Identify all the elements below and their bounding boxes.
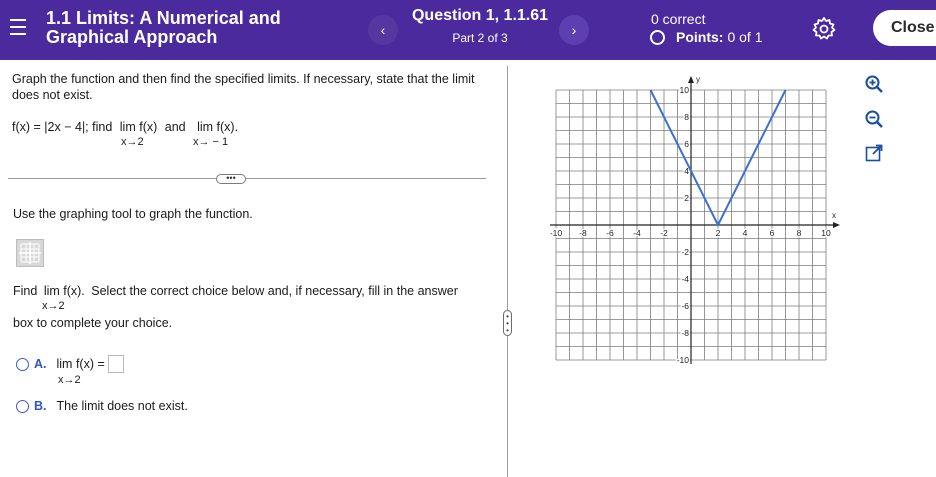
y-tick-label: 8 — [684, 112, 689, 122]
section-title: 1.1 Limits: A Numerical and Graphical Ap… — [46, 8, 281, 47]
x-tick-label: 2 — [716, 228, 721, 238]
y-tick-label: -10 — [677, 355, 690, 365]
zoom-in-icon[interactable] — [864, 74, 884, 94]
splitter-handle[interactable]: • • • — [503, 310, 512, 336]
x-tick-label: -10 — [550, 228, 563, 238]
find-limit-statement: Find lim f(x). Select the correct choice… — [13, 284, 458, 298]
radio-b[interactable] — [16, 399, 29, 413]
find-limit-subscript: x→2 — [42, 300, 65, 312]
x-tick-label: 4 — [743, 228, 748, 238]
points-status: Points: 0 of 1 — [650, 29, 762, 45]
top-bar: 1.1 Limits: A Numerical and Graphical Ap… — [0, 0, 936, 60]
y-tick-label: -8 — [681, 328, 689, 338]
choice-b[interactable]: B. The limit does not exist. — [16, 399, 188, 413]
x-tick-label: 10 — [821, 228, 831, 238]
close-button[interactable]: Close — [873, 10, 936, 46]
and-text: and — [164, 120, 186, 134]
x-axis-label: x — [832, 211, 836, 220]
choice-a-limit: lim f(x) = — [56, 357, 105, 371]
y-tick-label: 10 — [680, 85, 690, 95]
choice-b-text: The limit does not exist. — [56, 399, 188, 413]
points-label: Points: — [676, 29, 724, 45]
y-tick-label: 6 — [684, 139, 689, 149]
hamburger-icon[interactable] — [10, 19, 26, 37]
show-more-button[interactable]: ••• — [216, 174, 246, 184]
points-circle-icon — [650, 29, 665, 45]
limit-two: lim f(x). — [197, 120, 239, 134]
find-rest: Select the correct choice below and, if … — [91, 284, 458, 298]
y-axis-arrow — [688, 76, 694, 83]
points-value: 0 of 1 — [727, 29, 763, 45]
section-divider — [8, 178, 486, 179]
zoom-out-icon[interactable] — [864, 109, 884, 129]
y-tick-label: -4 — [681, 274, 689, 284]
x-tick-label: 8 — [797, 228, 802, 238]
box-instruction: box to complete your choice. — [13, 316, 173, 330]
correct-count: 0 correct — [651, 11, 706, 27]
question-part: Part 2 of 3 — [452, 31, 508, 45]
instruction-text: Use the graphing tool to graph the funct… — [13, 207, 253, 221]
question-title: Question 1, 1.1.61 — [411, 7, 549, 24]
limit-one-subscript: x→2 — [121, 136, 144, 148]
choice-a[interactable]: A. lim f(x) = — [16, 355, 124, 373]
choice-a-letter: A. — [34, 357, 47, 371]
y-tick-label: -2 — [681, 247, 689, 257]
answer-input[interactable] — [107, 355, 124, 373]
y-tick-label: 2 — [684, 193, 689, 203]
y-tick-label: -6 — [681, 301, 689, 311]
pane-splitter[interactable] — [507, 66, 508, 477]
x-axis-arrow — [833, 222, 840, 228]
limit-one: lim f(x) — [119, 120, 158, 134]
find-limit: lim f(x). — [43, 284, 85, 298]
pop-out-icon[interactable] — [864, 143, 884, 163]
choice-a-subscript: x→2 — [58, 374, 81, 386]
x-tick-label: -8 — [579, 228, 587, 238]
graphing-tool-icon[interactable] — [16, 239, 44, 267]
x-tick-label: 6 — [770, 228, 775, 238]
x-tick-label: -2 — [660, 228, 668, 238]
radio-a[interactable] — [16, 357, 29, 371]
choice-b-letter: B. — [34, 399, 47, 413]
x-tick-label: -6 — [606, 228, 614, 238]
function-text: f(x) = |2x − 4|; find — [12, 120, 113, 134]
coordinate-graph[interactable]: xy-10 -8 -6 -4 -2 2 4 6 8 10108642-2-4-6-8-10 — [540, 68, 860, 388]
find-prefix: Find — [13, 284, 38, 298]
problem-prompt: Graph the function and then find the spe… — [12, 72, 475, 102]
function-statement: f(x) = |2x − 4|; find lim f(x) and lim f… — [12, 120, 238, 134]
next-question-button[interactable]: › — [559, 15, 589, 45]
y-axis-label: y — [696, 75, 700, 84]
x-tick-label: -4 — [633, 228, 641, 238]
limit-two-subscript: x→ − 1 — [193, 136, 229, 148]
gear-icon[interactable] — [810, 15, 838, 43]
previous-question-button[interactable]: ‹ — [368, 15, 398, 45]
